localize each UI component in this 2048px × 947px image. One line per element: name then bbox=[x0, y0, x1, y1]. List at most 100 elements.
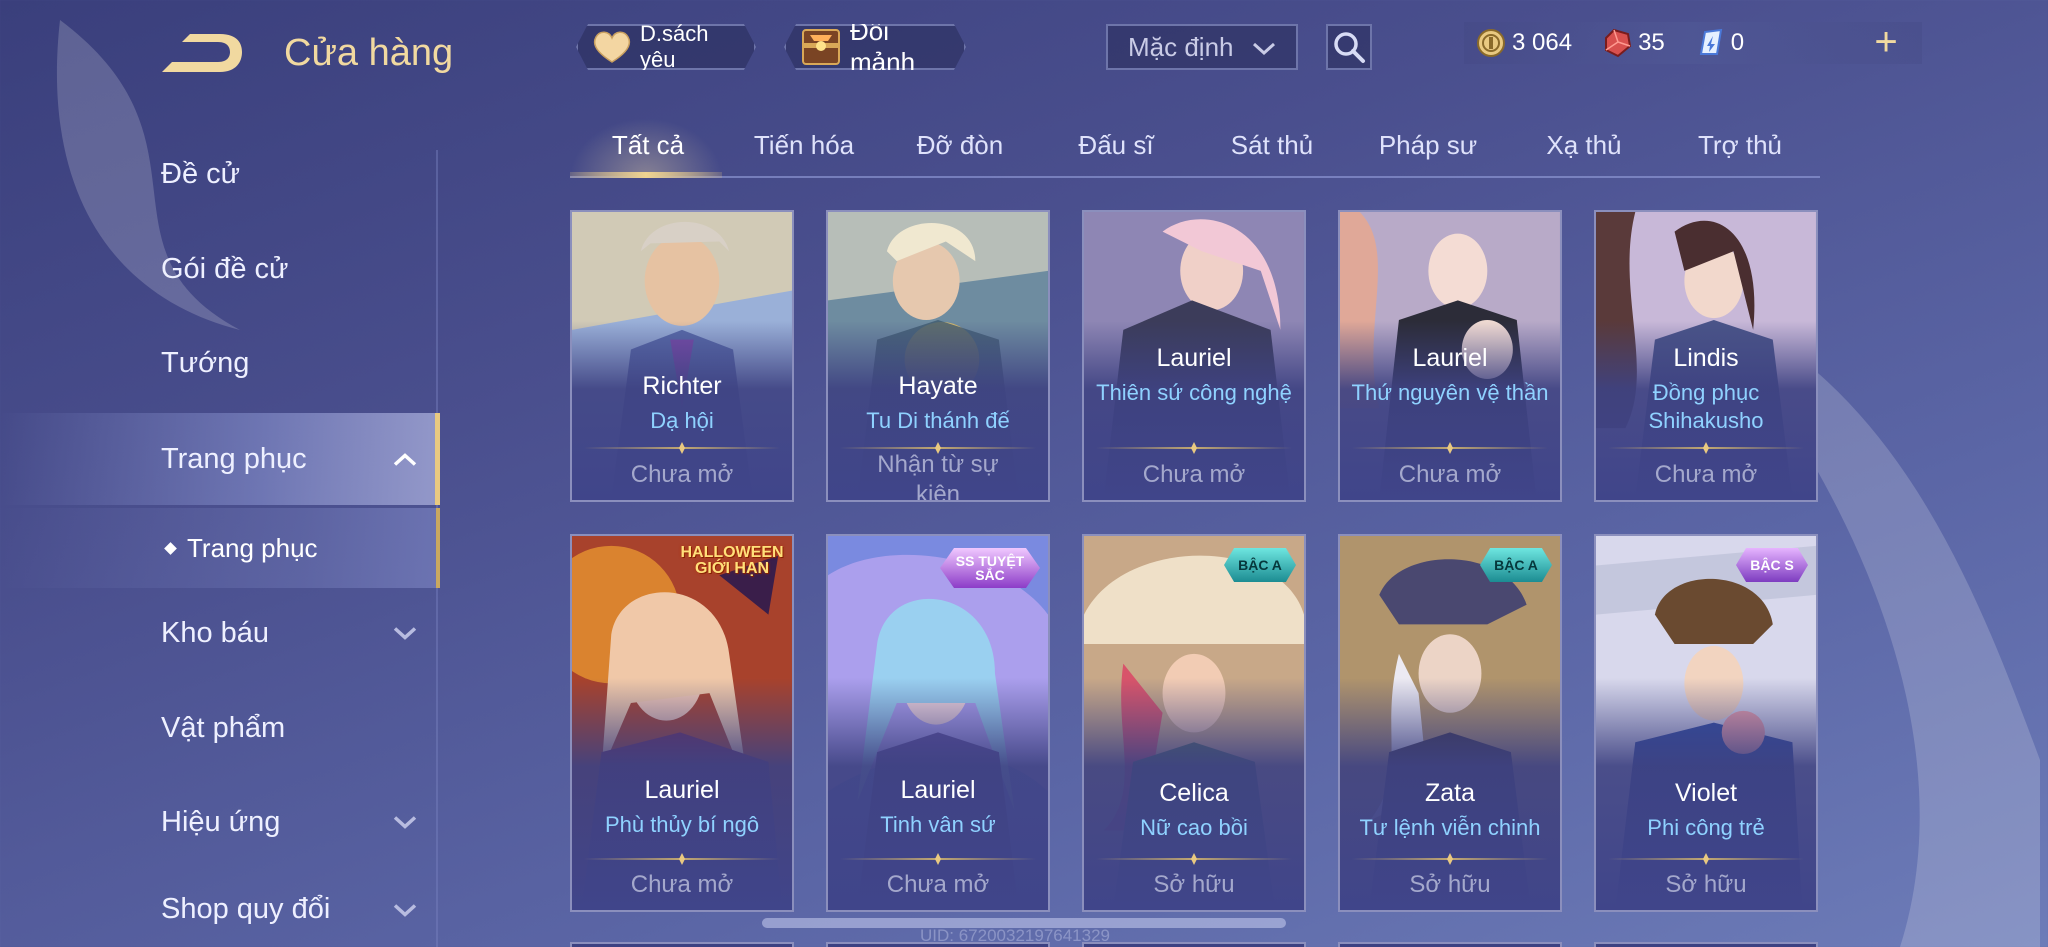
tab-all[interactable]: Tất cả bbox=[570, 130, 726, 161]
skin-name: Đồng phục Shihakusho bbox=[1648, 380, 1764, 433]
skin-card[interactable]: BẬC S Violet Phi công trẻ Sở hữu bbox=[1594, 534, 1818, 912]
add-currency-button[interactable]: + bbox=[1868, 22, 1904, 64]
heart-icon bbox=[592, 30, 632, 64]
search-button[interactable] bbox=[1326, 24, 1372, 70]
skin-card[interactable]: Richter Dạ hội Chưa mở bbox=[570, 210, 794, 502]
sidebar-item-items[interactable]: Vật phẩm bbox=[0, 683, 440, 773]
skin-name: Tư lệnh viễn chinh bbox=[1359, 815, 1541, 840]
tab-support[interactable]: Trợ thủ bbox=[1662, 130, 1818, 161]
chevron-down-icon bbox=[392, 617, 418, 650]
tab-assassin[interactable]: Sát thủ bbox=[1194, 130, 1350, 161]
skin-card[interactable]: Lindis Đồng phục Shihakusho Chưa mở bbox=[1594, 210, 1818, 502]
card-status-wrap: Sở hữu bbox=[1084, 870, 1304, 900]
tab-evolution[interactable]: Tiến hóa bbox=[726, 130, 882, 161]
skin-card[interactable]: BẬC A Celica Nữ cao bồi Sở hữu bbox=[1082, 534, 1306, 912]
tab-marksman[interactable]: Xạ thủ bbox=[1506, 130, 1662, 161]
category-tabs: Tất cả Tiến hóa Đỡ đòn Đấu sĩ Sát thủ Ph… bbox=[570, 118, 1820, 178]
tab-mage[interactable]: Pháp sư bbox=[1350, 130, 1506, 161]
card-divider bbox=[1096, 853, 1292, 865]
skin-card[interactable]: Lauriel Thiên sứ công nghệ Chưa mở bbox=[1082, 210, 1306, 502]
favorites-button[interactable]: D.sách yêu bbox=[576, 24, 756, 70]
back-arrow-icon bbox=[162, 34, 242, 72]
sort-dropdown[interactable]: Mặc định bbox=[1106, 24, 1298, 70]
ruby-gem-icon bbox=[1602, 28, 1632, 58]
sidebar-item-treasure[interactable]: Kho báu bbox=[0, 588, 440, 678]
card-divider bbox=[840, 853, 1036, 865]
sidebar-item-label: Hiệu ứng bbox=[161, 805, 281, 838]
skin-name: Tu Di thánh đế bbox=[866, 408, 1010, 433]
sidebar-item-effects[interactable]: Hiệu ứng bbox=[0, 777, 440, 867]
skin-card[interactable] bbox=[570, 942, 794, 947]
hero-name: Lauriel bbox=[900, 776, 976, 804]
skin-card[interactable]: HALLOWEEN GIỚI HẠN Lauriel Phù thủy bí n… bbox=[570, 534, 794, 912]
tier-badge: BẬC S bbox=[1736, 548, 1808, 582]
skin-card[interactable] bbox=[1082, 942, 1306, 947]
card-info: Lauriel Thứ nguyên vệ thần bbox=[1340, 344, 1560, 407]
skin-name: Phù thủy bí ngô bbox=[604, 812, 760, 837]
skin-name: Thứ nguyên vệ thần bbox=[1351, 380, 1549, 405]
hero-name: Hayate bbox=[898, 372, 978, 400]
chevron-down-icon bbox=[1252, 32, 1276, 63]
skin-grid: Richter Dạ hội Chưa mở Hayate Tu Di thán… bbox=[570, 210, 1820, 947]
hero-name: Lauriel bbox=[1412, 344, 1488, 372]
tab-fighter[interactable]: Đấu sĩ bbox=[1038, 130, 1194, 161]
skin-status: Chưa mở bbox=[886, 871, 990, 898]
hero-name: Zata bbox=[1424, 779, 1476, 807]
chevron-down-icon bbox=[392, 893, 418, 926]
active-tab-underline bbox=[570, 172, 722, 178]
back-button[interactable] bbox=[158, 28, 248, 78]
user-id-label: UID: 6720032197641329 bbox=[920, 926, 1110, 945]
sidebar-item-label: Shop quy đổi bbox=[161, 893, 331, 925]
card-status-wrap: Chưa mở bbox=[1340, 460, 1560, 490]
skin-status: Nhận từ sự kiện bbox=[877, 451, 999, 502]
skin-card[interactable]: Lauriel Thứ nguyên vệ thần Chưa mở bbox=[1338, 210, 1562, 502]
skin-name: Nữ cao bồi bbox=[1140, 815, 1248, 840]
sidebar-subitem-label: Trang phục bbox=[187, 532, 318, 563]
favorites-label: D.sách yêu bbox=[640, 21, 709, 72]
sidebar-item-label: Vật phẩm bbox=[161, 711, 286, 744]
limited-event-badge: HALLOWEEN GIỚI HẠN bbox=[680, 544, 784, 577]
card-info: Zata Tư lệnh viễn chinh bbox=[1340, 779, 1560, 842]
gold-coin-icon bbox=[1476, 28, 1506, 58]
sidebar-item-skins[interactable]: Trang phục bbox=[0, 413, 440, 505]
card-status-wrap: Chưa mở bbox=[828, 870, 1048, 900]
voucher-currency: 0 bbox=[1695, 28, 1744, 58]
card-info: Violet Phi công trẻ bbox=[1596, 779, 1816, 842]
skin-card[interactable]: SS TUYỆT SẮC Lauriel Tinh vân sứ Chưa mở bbox=[826, 534, 1050, 912]
card-divider bbox=[584, 442, 780, 454]
sidebar-item-heroes[interactable]: Tướng bbox=[0, 318, 440, 408]
sort-value: Mặc định bbox=[1128, 31, 1234, 62]
hero-name: Richter bbox=[642, 372, 722, 400]
sidebar-item-recommended-packs[interactable]: Gói đề cử bbox=[0, 224, 440, 314]
skin-status: Chưa mở bbox=[1398, 461, 1502, 488]
card-status-wrap: Chưa mở bbox=[1596, 460, 1816, 490]
card-divider bbox=[1096, 442, 1292, 454]
card-info: Lauriel Phù thủy bí ngô bbox=[572, 776, 792, 839]
skin-card[interactable]: Hayate Tu Di thánh đế Nhận từ sự kiện bbox=[826, 210, 1050, 502]
card-info: Lindis Đồng phục Shihakusho bbox=[1596, 344, 1816, 435]
voucher-icon bbox=[1695, 28, 1725, 58]
skin-card[interactable] bbox=[1338, 942, 1562, 947]
sidebar-item-label: Đề cử bbox=[161, 157, 241, 190]
sidebar-item-exchange-shop[interactable]: Shop quy đổi bbox=[0, 872, 440, 947]
tier-badge: SS TUYỆT SẮC bbox=[940, 548, 1040, 588]
skin-card[interactable]: BẬC A Zata Tư lệnh viễn chinh Sở hữu bbox=[1338, 534, 1562, 912]
card-divider bbox=[1352, 442, 1548, 454]
skin-status: Chưa mở bbox=[630, 461, 734, 488]
page-title: Cửa hàng bbox=[284, 32, 454, 74]
skin-card[interactable] bbox=[1594, 942, 1818, 947]
sidebar-item-label: Kho báu bbox=[161, 616, 270, 649]
currency-bar: 3 064 35 0 bbox=[1464, 22, 1922, 64]
hero-name: Lauriel bbox=[1156, 344, 1232, 372]
gold-amount: 3 064 bbox=[1512, 29, 1573, 56]
voucher-amount: 0 bbox=[1730, 29, 1745, 56]
sidebar-subitem-skins[interactable]: Trang phục bbox=[0, 508, 440, 588]
sidebar-item-recommended[interactable]: Đề cử bbox=[0, 129, 440, 219]
skin-name: Thiên sứ công nghệ bbox=[1096, 380, 1292, 405]
skin-name: Dạ hội bbox=[650, 408, 714, 433]
shard-exchange-button[interactable]: Đổi mảnh bbox=[784, 24, 966, 70]
tab-tank[interactable]: Đỡ đòn bbox=[882, 130, 1038, 161]
chevron-down-icon bbox=[392, 806, 418, 839]
tabs-baseline bbox=[570, 176, 1820, 178]
card-divider bbox=[1608, 442, 1804, 454]
